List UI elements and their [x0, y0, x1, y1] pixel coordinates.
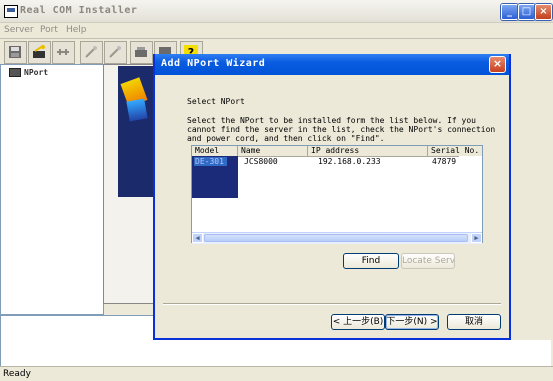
wizard-banner-image: [118, 66, 154, 197]
row-serial: 47879: [432, 157, 457, 166]
connect-icon: [57, 49, 69, 55]
list-blank-area: [459, 156, 482, 232]
find-button[interactable]: Find: [343, 253, 399, 269]
toolbar-save-button[interactable]: [4, 41, 27, 64]
row-name: JCS8000: [244, 157, 278, 166]
minimize-button[interactable]: _: [501, 4, 518, 20]
tree-item-nport[interactable]: NPort: [9, 68, 48, 77]
column-serial[interactable]: Serial No.: [428, 146, 482, 156]
lower-main-pane: [153, 340, 551, 366]
column-ip[interactable]: IP address: [308, 146, 428, 156]
cancel-button[interactable]: 取消: [447, 314, 501, 330]
title-bar: Real COM Installer _ □ ×: [0, 0, 553, 23]
toolbar-server-button[interactable]: [130, 41, 153, 64]
dialog-heading: Select NPort: [187, 97, 245, 106]
row-ip: 192.168.0.233: [318, 157, 381, 166]
menu-bar: Server Port Help: [0, 23, 553, 38]
server-icon: [135, 47, 147, 57]
toolbar-wand2-button[interactable]: [104, 41, 127, 64]
scroll-thumb[interactable]: [204, 234, 468, 242]
dialog-title: Add NPort Wizard: [161, 58, 266, 69]
toolbar-connect-button[interactable]: [52, 41, 75, 64]
column-model[interactable]: Model: [192, 146, 238, 156]
status-bar: Ready: [0, 366, 553, 381]
dialog-title-bar: Add NPort Wizard ×: [155, 54, 509, 75]
wand2-icon: [109, 46, 121, 58]
dialog-instructions: Select the NPort to be installed form th…: [187, 116, 496, 143]
maximize-button[interactable]: □: [518, 4, 535, 20]
add-nport-wizard-dialog: Add NPort Wizard × Select NPort Select t…: [153, 54, 511, 340]
menu-port[interactable]: Port: [40, 25, 58, 35]
back-button[interactable]: < 上一步(B): [331, 314, 385, 330]
horizontal-scrollbar[interactable]: ◀ ▶: [192, 232, 482, 244]
next-button[interactable]: 下一步(N) >: [385, 314, 439, 330]
scroll-right-icon[interactable]: ▶: [471, 233, 482, 243]
row-model: DE-301: [194, 157, 227, 166]
wizard-add-icon: [33, 45, 45, 58]
app-icon: [4, 5, 18, 18]
dialog-close-button[interactable]: ×: [489, 56, 506, 73]
toolbar-add-nport-button[interactable]: [28, 41, 51, 64]
wand-icon: [85, 46, 97, 58]
dialog-separator: [163, 303, 501, 305]
lower-left-pane: [0, 315, 154, 367]
status-text: Ready: [3, 369, 31, 379]
close-button[interactable]: ×: [535, 4, 552, 20]
menu-help[interactable]: Help: [66, 25, 87, 35]
app-window: Real COM Installer _ □ × Server Port Hel…: [0, 0, 553, 381]
column-name[interactable]: Name: [238, 146, 308, 156]
nport-list[interactable]: Model Name IP address Serial No. DE-301 …: [191, 145, 483, 244]
tree-item-label: NPort: [24, 68, 49, 77]
tree-pane: NPort: [0, 64, 104, 315]
toolbar-wand-button[interactable]: [80, 41, 103, 64]
disk-icon: [9, 46, 21, 58]
menu-server[interactable]: Server: [4, 25, 34, 35]
scroll-left-icon[interactable]: ◀: [192, 233, 203, 243]
locate-server-button[interactable]: Locate Server: [401, 253, 455, 269]
window-title: Real COM Installer: [20, 5, 138, 16]
nport-icon: [9, 68, 21, 77]
